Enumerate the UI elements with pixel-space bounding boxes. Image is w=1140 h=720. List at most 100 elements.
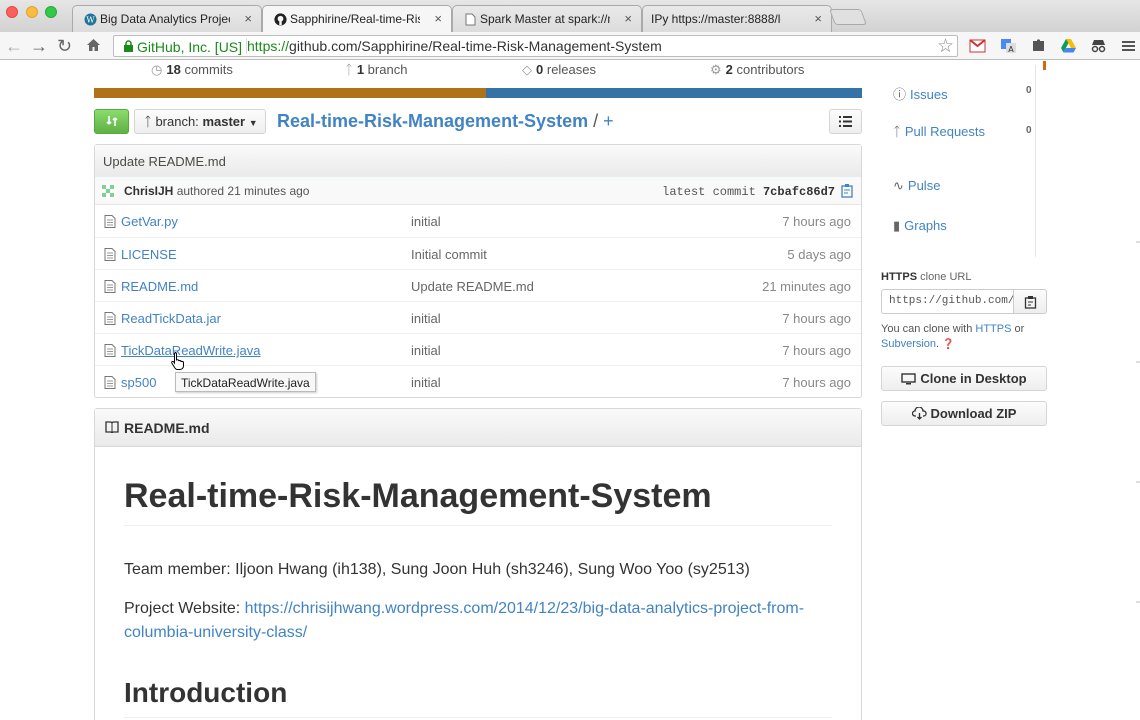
commits-label: commits <box>184 62 233 77</box>
svg-text:A: A <box>1008 45 1014 54</box>
readme-team-paragraph: Team member: Iljoon Hwang (ih138), Sung … <box>124 561 750 578</box>
sidebar-item-label: Graphs <box>904 218 947 233</box>
file-name-link[interactable]: GetVar.py <box>121 214 178 229</box>
clone-help-or: or <box>1014 323 1025 335</box>
new-file-link[interactable]: + <box>603 111 614 131</box>
tab-title: Sapphirine/Real-time-Risk <box>290 12 420 26</box>
file-commit-message-link[interactable]: initial <box>411 375 441 390</box>
https-clone-link[interactable]: HTTPS <box>975 323 1011 335</box>
file-row: TickDataReadWrite.java initial 7 hours ago <box>95 333 861 365</box>
google-drive-icon[interactable] <box>1060 38 1077 54</box>
download-zip-button[interactable]: Download ZIP <box>881 401 1047 426</box>
window-maximize-button[interactable] <box>45 6 57 18</box>
incognito-icon[interactable] <box>1090 38 1107 54</box>
website-label: Project Website: <box>124 600 241 617</box>
file-navigation-table: Update README.md ChrisIJH authored 21 mi… <box>94 144 862 398</box>
home-icon[interactable] <box>86 38 101 52</box>
clone-url-input[interactable]: https://github.com/Sapphirine/Real-time-… <box>881 289 1014 314</box>
commit-author-line: ChrisIJH authored 21 minutes ago <box>124 184 309 198</box>
releases-count-link[interactable]: ◇ 0 releases <box>522 62 596 78</box>
page-edge-decoration <box>1136 181 1140 720</box>
file-text-icon <box>104 280 116 293</box>
branch-select-menu[interactable]: ᛏ branch: master ▼ <box>134 109 266 134</box>
avatar[interactable] <box>101 184 115 198</box>
list-view-button[interactable] <box>829 109 862 134</box>
file-row: GetVar.py initial 7 hours ago <box>95 205 861 237</box>
compare-button[interactable] <box>94 109 129 134</box>
bookmark-star-icon[interactable]: ☆ <box>937 35 954 58</box>
copy-clone-url-button[interactable] <box>1013 289 1047 314</box>
file-commit-message-link[interactable]: Initial commit <box>411 247 487 262</box>
forward-icon[interactable]: → <box>30 36 48 56</box>
language-segment[interactable] <box>485 88 862 98</box>
reload-icon[interactable]: ↻ <box>57 36 72 56</box>
file-text-icon <box>104 248 116 261</box>
subversion-clone-link[interactable]: Subversion <box>881 338 936 350</box>
list-unordered-icon <box>839 116 852 127</box>
file-row: ReadTickData.jar initial 7 hours ago <box>95 301 861 333</box>
tab-close-icon[interactable]: × <box>624 11 632 26</box>
file-name-link[interactable]: sp500 <box>121 375 156 390</box>
file-commit-message-link[interactable]: Update README.md <box>411 279 534 294</box>
gmail-icon[interactable] <box>969 38 986 54</box>
address-bar[interactable]: GitHub, Inc. [US] https://github.com/Sap… <box>113 35 958 57</box>
browser-tab-4[interactable]: IPy https://master:8888/login? × <box>642 5 832 32</box>
file-commit-message-link[interactable]: initial <box>411 343 441 358</box>
branches-count-link[interactable]: ᛏ1 branch <box>345 62 407 77</box>
latest-commit-sha-line: latest commit 7cbafc86d7 <box>662 185 835 199</box>
file-text-icon <box>104 215 116 228</box>
browser-tab-2[interactable]: Sapphirine/Real-time-Risk × <box>262 5 452 32</box>
branches-label: branch <box>367 62 408 77</box>
repo-root-link[interactable]: Real-time-Risk-Management-System <box>277 111 588 131</box>
commit-author[interactable]: ChrisIJH <box>124 184 173 198</box>
file-commit-message-link[interactable]: initial <box>411 311 441 326</box>
repo-sidebar: ⓘ Issues 0 ᛏ Pull Requests 0 ∿ Pulse ▮ Graph… <box>881 61 1047 461</box>
file-name-link[interactable]: TickDataReadWrite.java <box>121 343 260 358</box>
tab-close-icon[interactable]: × <box>814 11 822 26</box>
latest-commit-message[interactable]: Update README.md <box>95 145 861 177</box>
contributors-count-link[interactable]: ⚙ 2 contributors <box>710 62 804 78</box>
browser-tab-3[interactable]: Spark Master at spark://ma × <box>452 5 642 32</box>
clone-in-desktop-button[interactable]: Clone in Desktop <box>881 366 1047 391</box>
language-segment[interactable] <box>94 88 486 98</box>
issues-counter: 0 <box>1026 85 1032 96</box>
file-age: 7 hours ago <box>782 214 851 229</box>
sidebar-item-issues[interactable]: ⓘ Issues <box>893 84 948 103</box>
browser-tab-1[interactable]: W Big Data Analytics Project × <box>72 5 262 32</box>
pull-requests-counter: 0 <box>1026 125 1032 136</box>
latest-commit-label: latest commit <box>662 185 756 199</box>
back-icon[interactable]: ← <box>5 36 23 56</box>
commits-count-link[interactable]: ◷ 18 commits <box>151 62 233 78</box>
clippy-icon[interactable] <box>840 183 854 198</box>
file-name-link[interactable]: LICENSE <box>121 247 177 262</box>
github-icon <box>274 13 287 26</box>
window-close-button[interactable] <box>6 6 18 18</box>
file-row: LICENSE Initial commit 5 days ago <box>95 237 861 269</box>
question-icon[interactable]: ❓ <box>942 339 954 350</box>
branch-name: master <box>202 114 246 129</box>
url-path: github.com/Sapphirine/Real-time-Risk-Man… <box>289 38 662 54</box>
ev-label: GitHub, Inc. [US] <box>137 39 243 55</box>
new-tab-button[interactable] <box>829 9 867 25</box>
translate-icon[interactable]: A <box>1000 38 1017 54</box>
menu-icon[interactable] <box>1120 38 1137 54</box>
file-name-link[interactable]: README.md <box>121 279 198 294</box>
file-age: 7 hours ago <box>782 375 851 390</box>
language-bar[interactable] <box>94 88 862 98</box>
file-name-link[interactable]: ReadTickData.jar <box>121 311 221 326</box>
extension-puzzle-icon[interactable] <box>1030 38 1047 54</box>
sidebar-item-pulse[interactable]: ∿ Pulse <box>893 178 940 194</box>
ev-certificate-badge[interactable]: GitHub, Inc. [US] <box>119 38 248 55</box>
sidebar-item-graphs[interactable]: ▮ Graphs <box>893 218 947 234</box>
tab-close-icon[interactable]: × <box>434 11 442 26</box>
file-commit-message-link[interactable]: initial <box>411 214 441 229</box>
window-minimize-button[interactable] <box>26 6 38 18</box>
url-text[interactable]: https://github.com/Sapphirine/Real-time-… <box>247 38 662 54</box>
tab-close-icon[interactable]: × <box>244 11 252 26</box>
sidebar-item-pull-requests[interactable]: ᛏ Pull Requests <box>893 124 985 139</box>
sidebar-item-label: Pull Requests <box>904 124 986 139</box>
commit-sha-link[interactable]: 7cbafc86d7 <box>763 185 835 199</box>
book-icon <box>105 421 119 433</box>
wordpress-icon: W <box>84 13 97 26</box>
git-pull-request-icon: ᛏ <box>893 124 901 139</box>
